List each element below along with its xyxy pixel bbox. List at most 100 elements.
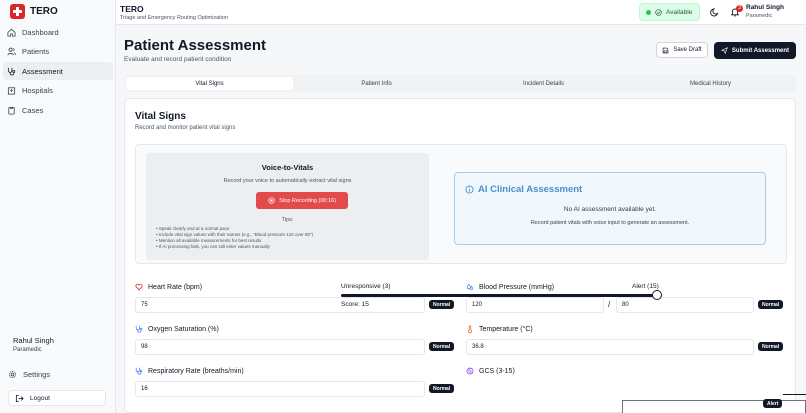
tab-patient-info[interactable]: Patient Info — [293, 77, 460, 90]
sidebar-nav: Dashboard Patients Assessment Hospitals … — [3, 23, 113, 121]
temperature-label: Temperature (°C) — [466, 325, 533, 333]
temperature-input[interactable]: 36.8 — [466, 339, 754, 355]
gcs-max-label: Alert (15) — [632, 283, 659, 290]
gcs-slider-handle[interactable] — [652, 290, 662, 300]
droplets-icon — [466, 283, 474, 290]
settings-label: Settings — [23, 369, 51, 379]
header-user-role: Paramedic — [746, 13, 773, 19]
submit-assessment-label: Submit Assessment — [731, 47, 790, 54]
gcs-label: GCS (3-15) — [466, 367, 515, 375]
save-draft-label: Save Draft — [673, 47, 702, 53]
status-label: Available — [666, 8, 693, 16]
submit-assessment-button[interactable]: Submit Assessment — [714, 42, 796, 59]
brand-name: TERO — [30, 5, 58, 17]
save-draft-button[interactable]: Save Draft — [656, 42, 708, 58]
gcs-slider-track[interactable] — [341, 294, 659, 297]
page-subtitle: Evaluate and record patient condition — [124, 56, 232, 63]
tab-vital-signs[interactable]: Vital Signs — [126, 77, 293, 90]
tip-item: If AI processing fails, you can still en… — [156, 244, 313, 250]
stethoscope-icon — [7, 67, 16, 75]
tips-list: Speak clearly and at a normal pace Inclu… — [156, 226, 313, 250]
voice-subtitle: Record your voice to automatically extra… — [223, 178, 352, 184]
send-icon — [720, 47, 728, 54]
systolic-input[interactable]: 120 — [466, 297, 604, 313]
bp-separator: / — [608, 300, 611, 309]
assessment-tabs: Vital Signs Patient Info Incident Detail… — [124, 75, 796, 92]
notification-badge: 3 — [736, 5, 743, 12]
sidebar-user-name: Rahul Singh — [13, 336, 54, 345]
oxygen-input[interactable]: 98 — [135, 339, 425, 355]
stethoscope-icon — [135, 325, 143, 333]
respiratory-status-badge: Normal — [429, 384, 455, 393]
heart-icon — [135, 283, 143, 291]
tab-medical-history[interactable]: Medical History — [627, 77, 794, 90]
card-title: Vital Signs — [135, 111, 186, 122]
oxygen-status-badge: Normal — [429, 342, 455, 351]
respiratory-label-text: Respiratory Rate (breaths/min) — [148, 367, 244, 375]
logout-label: Logout — [30, 394, 50, 402]
sidebar-item-label: Patients — [22, 47, 50, 56]
stop-recording-button[interactable]: Stop Recording (00:16) — [256, 192, 348, 209]
users-icon — [7, 47, 16, 56]
card-subtitle: Record and monitor patient vital signs — [135, 125, 236, 131]
stop-icon — [268, 197, 275, 204]
ai-title-label: AI Clinical Assessment — [478, 184, 583, 195]
sidebar-item-cases[interactable]: Cases — [3, 101, 113, 119]
header-user: Rahul Singh Paramedic — [746, 4, 784, 19]
thermometer-icon — [468, 325, 472, 333]
logout-button[interactable]: Logout — [8, 390, 106, 406]
sidebar-item-label: Hospitals — [22, 86, 53, 95]
brain-icon — [466, 367, 474, 375]
temperature-status-badge: Normal — [758, 342, 784, 351]
blood-pressure-label-text: Blood Pressure (mmHg) — [479, 283, 555, 291]
page-title: Patient Assessment — [124, 37, 267, 54]
sidebar-item-label: Assessment — [22, 66, 63, 76]
save-icon — [663, 47, 669, 53]
sidebar-item-assessment[interactable]: Assessment — [3, 62, 113, 80]
gear-icon — [9, 370, 16, 378]
sidebar-item-label: Dashboard — [22, 27, 59, 37]
stop-recording-label: Stop Recording (00:16) — [279, 197, 336, 204]
availability-status-button[interactable]: Available — [639, 3, 700, 21]
heart-rate-input[interactable]: 75 — [135, 297, 425, 313]
tab-incident-details[interactable]: Incident Details — [460, 77, 627, 90]
sidebar: TERO Dashboard Patients Assessment Hospi… — [0, 0, 116, 413]
gcs-min-label: Unresponsive (3) — [341, 283, 391, 290]
voice-title: Voice-to-Vitals — [261, 163, 314, 172]
clipboard-icon — [8, 106, 15, 115]
respiratory-input[interactable]: 16 — [135, 381, 425, 397]
ai-title: AI Clinical Assessment — [465, 184, 582, 195]
gcs-label-text: GCS (3-15) — [479, 367, 515, 375]
settings-link[interactable]: Settings — [8, 366, 50, 382]
oxygen-label: Oxygen Saturation (%) — [135, 325, 219, 333]
gcs-score: Score: 15 — [341, 301, 369, 308]
diastolic-input[interactable]: 80 — [616, 297, 754, 313]
sidebar-user-role: Paramedic — [13, 347, 42, 353]
divider — [783, 394, 806, 395]
header-user-name: Rahul Singh — [746, 4, 784, 11]
top-header: TERO Triage and Emergency Routing Optimi… — [116, 0, 806, 25]
sidebar-item-hospitals[interactable]: Hospitals — [3, 82, 113, 100]
info-icon — [465, 185, 474, 194]
temperature-label-text: Temperature (°C) — [479, 325, 533, 333]
blood-pressure-label: Blood Pressure (mmHg) — [466, 283, 554, 291]
oxygen-label-text: Oxygen Saturation (%) — [148, 325, 219, 333]
heart-rate-status-badge: Normal — [429, 300, 455, 309]
voice-to-vitals-box: Voice-to-Vitals Record your voice to aut… — [146, 153, 429, 260]
gcs-status-badge: Alert — [763, 399, 783, 408]
brand[interactable]: TERO — [10, 3, 58, 19]
moon-icon[interactable] — [710, 7, 720, 17]
voice-ai-panel: Voice-to-Vitals Record your voice to aut… — [135, 144, 787, 264]
vital-signs-card: Vital Signs Record and monitor patient v… — [124, 98, 796, 413]
ai-empty-text: No AI assessment available yet. — [563, 206, 657, 213]
app-subtitle: Triage and Emergency Routing Optimizatio… — [120, 15, 229, 21]
check-circle-icon — [655, 8, 662, 16]
sidebar-item-dashboard[interactable]: Dashboard — [3, 23, 113, 41]
heart-rate-label-text: Heart Rate (bpm) — [148, 283, 203, 291]
sidebar-item-patients[interactable]: Patients — [3, 43, 113, 61]
tips-title: Tips: — [281, 217, 294, 223]
respiratory-label: Respiratory Rate (breaths/min) — [135, 367, 244, 375]
ai-clinical-assessment-box: AI Clinical Assessment No AI assessment … — [454, 172, 766, 245]
hospital-icon — [7, 87, 16, 95]
heart-rate-label: Heart Rate (bpm) — [135, 283, 202, 291]
